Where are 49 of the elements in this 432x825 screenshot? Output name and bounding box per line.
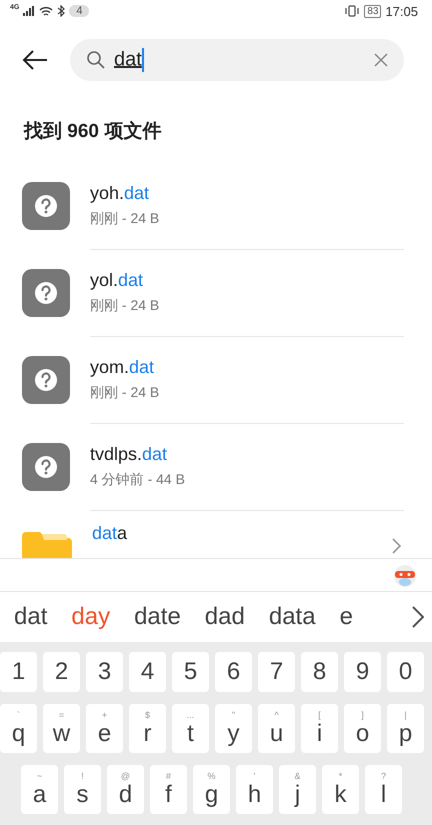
- clock: 17:05: [385, 4, 418, 18]
- keyboard-key[interactable]: 5: [172, 652, 209, 692]
- file-name[interactable]: tvdlps.dat: [90, 444, 404, 464]
- suggestion-word[interactable]: data: [268, 603, 316, 631]
- keyboard-key[interactable]: ` q: [0, 704, 37, 753]
- search-field[interactable]: dat: [70, 39, 404, 81]
- keyboard-key[interactable]: 6: [215, 652, 252, 692]
- suggestion-word[interactable]: dat: [14, 603, 48, 631]
- keyboard-key[interactable]: " y: [215, 704, 252, 753]
- keyboard-key[interactable]: ~ a: [21, 765, 58, 814]
- keyboard-key[interactable]: 0: [387, 652, 424, 692]
- keyboard-key[interactable]: 4: [129, 652, 166, 692]
- suggestion-word[interactable]: date: [134, 603, 181, 631]
- keyboard-key[interactable]: [ i: [301, 704, 338, 753]
- suggestion-word[interactable]: e: [340, 603, 353, 631]
- keyboard-key[interactable]: ! s: [64, 765, 101, 814]
- keyboard-key[interactable]: 7: [258, 652, 295, 692]
- keyboard-key[interactable]: @ d: [107, 765, 144, 814]
- search-query: dat: [114, 48, 142, 70]
- file-name[interactable]: yol.dat: [90, 270, 404, 290]
- keyboard-key[interactable]: % g: [193, 765, 230, 814]
- keyboard-key[interactable]: = w: [43, 704, 80, 753]
- file-name[interactable]: yom.dat: [90, 356, 404, 378]
- keyboard-key[interactable]: 8: [301, 652, 338, 692]
- keyboard-key[interactable]: 3: [86, 652, 123, 692]
- notification-count: 4: [69, 5, 90, 17]
- keyboard-key[interactable]: ] o: [344, 704, 381, 753]
- keyboard-key[interactable]: | p: [387, 704, 424, 753]
- keyboard-key[interactable]: 9: [344, 652, 381, 692]
- keyboard-key[interactable]: ... t: [172, 704, 209, 753]
- keyboard-key[interactable]: 1: [0, 652, 37, 692]
- file-name[interactable]: data: [92, 523, 404, 544]
- keyboard-key[interactable]: ? l: [365, 765, 402, 814]
- file-meta: 4 分钟前 - 44 B: [90, 470, 186, 488]
- battery-level: 83: [364, 4, 382, 18]
- keyboard-key[interactable]: ^ u: [258, 704, 295, 753]
- file-meta: 刚刚 - 24 B: [90, 384, 160, 402]
- file-meta: 刚刚 - 24 B: [90, 296, 160, 314]
- keyboard-key[interactable]: 2: [43, 652, 80, 692]
- result-count: 找到 960 项文件: [22, 120, 162, 144]
- keyboard-key[interactable]: ' h: [236, 765, 273, 814]
- file-meta: 刚刚 - 24 B: [90, 210, 160, 228]
- suggestion-word[interactable]: dad: [204, 603, 245, 631]
- keyboard-key[interactable]: + e: [86, 704, 123, 753]
- file-name[interactable]: yoh.dat: [90, 182, 404, 204]
- keyboard-key[interactable]: $ r: [129, 704, 166, 753]
- keyboard-key[interactable]: # f: [150, 765, 187, 814]
- keyboard-key[interactable]: & j: [279, 765, 316, 814]
- keyboard-key[interactable]: * k: [322, 765, 359, 814]
